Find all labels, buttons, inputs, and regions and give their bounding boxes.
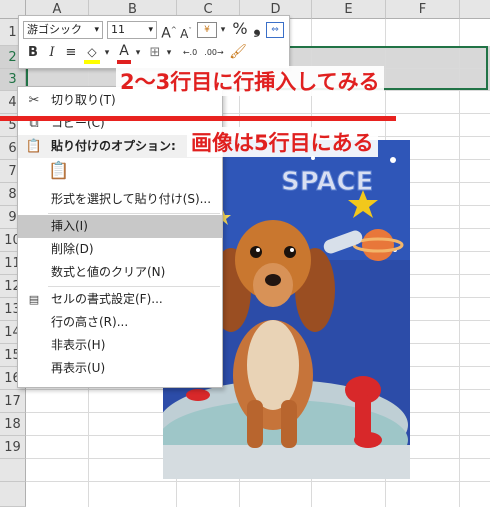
- row-header-21[interactable]: [0, 482, 26, 507]
- menu-item-insert[interactable]: 挿入(I): [18, 215, 222, 238]
- row-header-18[interactable]: 18: [0, 413, 26, 436]
- chevron-down-icon[interactable]: ▾: [164, 44, 174, 62]
- decrease-decimal-icon[interactable]: .00→: [203, 44, 225, 62]
- font-size-value: 11: [111, 23, 125, 36]
- row-header-17[interactable]: 17: [0, 390, 26, 413]
- fill-color-icon[interactable]: ◇: [83, 43, 101, 64]
- chevron-down-icon[interactable]: ▾: [218, 21, 228, 39]
- clipboard-icon: 📋: [48, 161, 70, 181]
- percent-style-button[interactable]: %: [231, 20, 249, 38]
- font-size-box[interactable]: 11 ▾: [107, 21, 157, 39]
- menu-item-paste-special[interactable]: 形式を選択して貼り付け(S)...: [18, 188, 222, 211]
- increase-decimal-icon[interactable]: ←.0: [179, 44, 201, 62]
- scissors-icon: ✂: [28, 93, 40, 108]
- merge-center-icon[interactable]: ⇔: [266, 22, 284, 38]
- annotation-underline: [0, 116, 396, 121]
- menu-item-unhide[interactable]: 再表示(U): [18, 357, 222, 380]
- menu-item-clear-contents[interactable]: 数式と値のクリア(N): [18, 261, 222, 284]
- borders-icon[interactable]: ⊞: [147, 44, 163, 62]
- annotation-insert-rows: 2～3行目に行挿入してみる: [116, 66, 384, 96]
- space-banner-text: SPACE: [281, 167, 373, 197]
- italic-button[interactable]: I: [45, 44, 59, 62]
- font-name-box[interactable]: 游ゴシック ▾: [23, 21, 103, 39]
- paste-icon: 📋: [25, 139, 43, 154]
- row-header-19[interactable]: 19: [0, 436, 26, 459]
- menu-item-delete[interactable]: 削除(D): [18, 238, 222, 261]
- comma-style-button[interactable]: ❟: [251, 19, 263, 37]
- chevron-down-icon[interactable]: ▾: [133, 44, 143, 62]
- font-color-icon[interactable]: A: [116, 42, 132, 64]
- chevron-down-icon[interactable]: ▾: [148, 22, 153, 38]
- font-name-value: 游ゴシック: [27, 23, 82, 36]
- format-cells-icon: ▤: [28, 293, 40, 306]
- shrink-font-button[interactable]: Aˇ: [179, 22, 193, 43]
- column-header-e[interactable]: E: [312, 0, 386, 19]
- menu-item-hide[interactable]: 非表示(H): [18, 334, 222, 357]
- paste-option-button[interactable]: 📋: [48, 161, 70, 185]
- align-center-icon[interactable]: ≡: [63, 44, 79, 62]
- grow-font-button[interactable]: A^: [161, 21, 177, 43]
- chevron-down-icon[interactable]: ▾: [102, 44, 112, 62]
- annotation-image-row: 画像は5行目にある: [187, 127, 378, 157]
- bold-button[interactable]: B: [25, 44, 41, 62]
- column-header-f[interactable]: F: [386, 0, 460, 19]
- number-format-icon[interactable]: ¥: [197, 22, 217, 38]
- row-header-20[interactable]: [0, 459, 26, 482]
- menu-item-row-height[interactable]: 行の高さ(R)...: [18, 311, 222, 334]
- chevron-down-icon[interactable]: ▾: [94, 22, 99, 38]
- menu-item-format-cells[interactable]: ▤ セルの書式設定(F)...: [18, 288, 222, 311]
- mini-toolbar: 游ゴシック ▾ 11 ▾ A^ Aˇ ¥ ▾ % ❟ ⇔ B I ≡ ◇ ▾ A…: [18, 15, 290, 69]
- column-header-g[interactable]: [460, 0, 490, 19]
- format-painter-icon[interactable]: 🖌: [229, 43, 247, 61]
